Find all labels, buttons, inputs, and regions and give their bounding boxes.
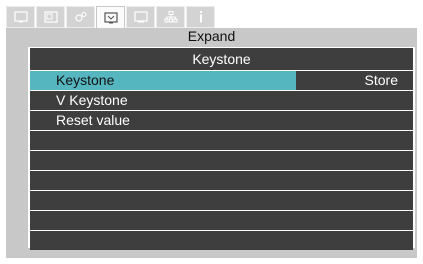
keystone-submenu: Keystone Keystone Store V Keystone Reset… [28, 47, 415, 251]
tab-info[interactable] [186, 6, 215, 28]
menu-item-empty [30, 131, 413, 150]
tab-settings[interactable] [66, 6, 95, 28]
network-icon [164, 11, 178, 23]
expand-icon [103, 12, 118, 24]
menu-tab-bar [6, 6, 216, 29]
menu-item-empty [30, 231, 413, 250]
info-icon [194, 10, 208, 24]
menu-item-label: Keystone [56, 72, 115, 88]
submenu-title: Keystone [30, 48, 413, 70]
tab-screen[interactable] [126, 6, 155, 28]
tab-network[interactable] [156, 6, 185, 28]
menu-item-empty [30, 151, 413, 170]
tab-picture[interactable] [6, 6, 35, 28]
expand-panel: Expand Keystone Keystone Store V Keyston… [6, 28, 417, 258]
screen-icon [133, 11, 148, 23]
menu-item-reset-value[interactable]: Reset value [30, 111, 413, 130]
tab-display[interactable] [36, 6, 65, 28]
menu-item-value: Store [364, 72, 398, 88]
tab-expand[interactable] [96, 6, 125, 29]
menu-item-empty [30, 171, 413, 190]
menu-item-label: Reset value [56, 112, 130, 128]
menu-item-empty [30, 191, 413, 210]
menu-item-v-keystone[interactable]: V Keystone [30, 91, 413, 110]
menu-list: Keystone Store V Keystone Reset value [30, 71, 413, 251]
settings-icon [74, 11, 88, 23]
menu-item-label: V Keystone [56, 92, 128, 108]
menu-item-empty [30, 211, 413, 230]
menu-item-keystone[interactable]: Keystone Store [30, 71, 413, 90]
display-icon [43, 11, 58, 23]
panel-title: Expand [187, 28, 236, 44]
picture-icon [13, 11, 28, 23]
